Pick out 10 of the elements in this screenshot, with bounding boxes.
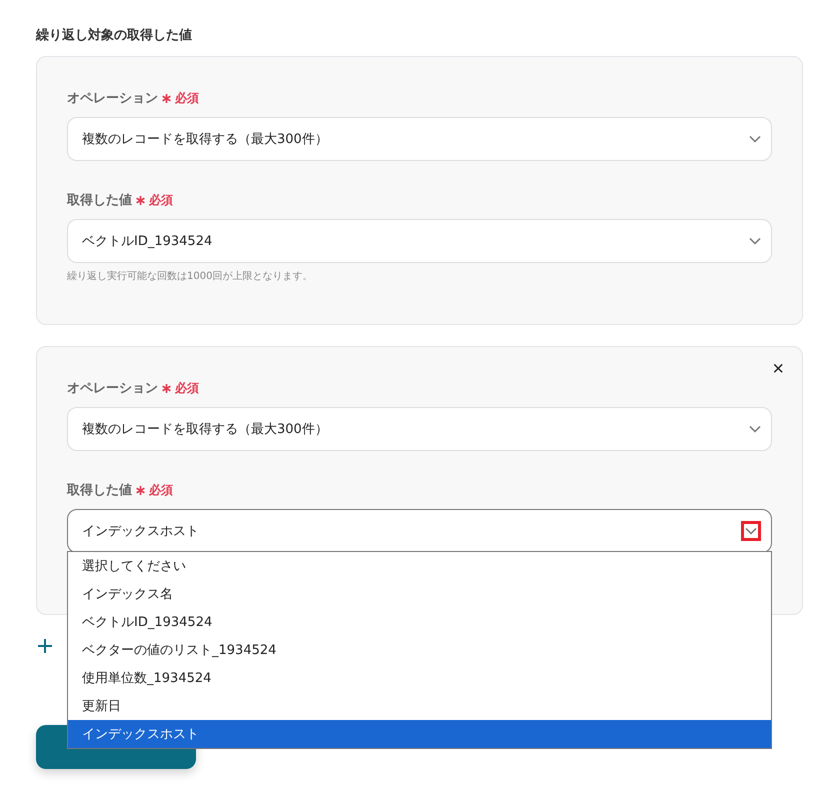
field-label: 取得した値 [67, 192, 132, 209]
help-text: 繰り返し実行可能な回数は1000回が上限となります。 [67, 270, 314, 283]
required-label: 必須 [149, 192, 173, 208]
section-title: 繰り返し対象の取得した値 [36, 26, 193, 45]
required-label: 必須 [149, 482, 173, 498]
field-label: オペレーション [67, 380, 158, 397]
field-label: オペレーション [67, 90, 158, 107]
required-label: 必須 [175, 380, 199, 396]
field-label: 取得した値 [67, 482, 132, 499]
required-label: 必須 [175, 90, 199, 106]
